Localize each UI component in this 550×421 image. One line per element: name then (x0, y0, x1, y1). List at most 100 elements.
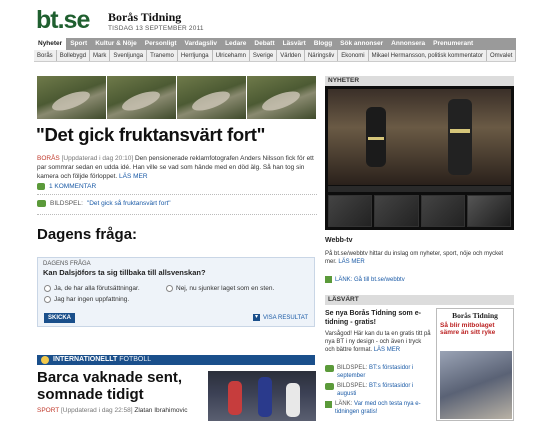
camera-icon (325, 365, 334, 372)
photo-strip[interactable] (37, 76, 316, 119)
soccer-photo[interactable] (208, 371, 316, 421)
video-thumbnail[interactable] (420, 195, 465, 227)
nav-item-sport[interactable]: Sport (66, 38, 91, 50)
story-updated: [Uppdaterad i dag 20:10] (61, 155, 134, 162)
chevron-down-icon: ▾ (252, 314, 260, 321)
subnav-item[interactable]: Sverige (250, 50, 278, 61)
comments-row[interactable]: 1 KOMMENTAR (37, 183, 96, 190)
arrow-icon (325, 401, 332, 408)
show-results-label: VISA RESULTAT (262, 314, 308, 321)
story-photo[interactable] (107, 76, 176, 119)
camera-icon (37, 200, 46, 207)
subnav-item[interactable]: Herrljunga (178, 50, 213, 61)
main-headline[interactable]: "Det gick fruktansvärt fort" (36, 124, 318, 146)
section-sublabel: FOTBOLL (119, 356, 152, 363)
video-thumbnail[interactable] (374, 195, 419, 227)
sport-updated: [Uppdaterad i dag 22:58] (60, 407, 133, 414)
newspaper-cover[interactable]: Borås Tidning Så blir mitbolaget sämre ä… (436, 308, 514, 421)
webbtv-text: På bt.se/webbtv hittar du inslag om nyhe… (325, 250, 514, 266)
section-bar[interactable]: INTERNATIONELLT FOTBOLL (37, 355, 315, 365)
sport-teaser: SPORT [Uppdaterad i dag 22:58] Zlatan Ib… (37, 407, 205, 414)
nav-item-sok-annonser[interactable]: Sök annonser (336, 38, 387, 50)
gallery-link-august[interactable]: BILDSPEL: BT:s förstasidor i augusti (325, 382, 431, 398)
subnav-item[interactable]: Omvalet (487, 50, 517, 61)
webbtv-title[interactable]: Webb-tv (325, 237, 352, 244)
webbtv-read-more[interactable]: LÄS MER (338, 259, 364, 265)
gallery-row[interactable]: BILDSPEL: "Det gick så fruktansvärt fort… (37, 200, 171, 207)
cover-headline: Så blir mitbolaget sämre än sitt ryke (440, 322, 496, 336)
gallery-link-september[interactable]: BILDSPEL: BT:s förstasidor i september (325, 364, 431, 380)
nav-item-personligt[interactable]: Personligt (141, 38, 181, 50)
primary-nav: Nyheter Sport Kultur & Nöje Personligt V… (34, 38, 516, 50)
poll-box: DAGENS FRÅGA Kan Dalsjöfors ta sig tillb… (37, 257, 315, 327)
main-story-text: BORÅS [Uppdaterad i dag 20:10] Den pensi… (37, 154, 317, 181)
subnav-item[interactable]: Svenljunga (110, 50, 148, 61)
news-bar: NYHETER (325, 76, 514, 86)
radio-button[interactable] (44, 285, 51, 292)
story-photo[interactable] (177, 76, 246, 119)
video-thumbnail[interactable] (466, 195, 511, 227)
divider (37, 194, 317, 195)
sport-kicker[interactable]: SPORT (37, 407, 59, 414)
nav-item-lasvart[interactable]: Läsvärt (279, 38, 310, 50)
site-logo[interactable]: bt.se (36, 6, 90, 35)
subnav-item[interactable]: Borås (34, 50, 57, 61)
radio-button[interactable] (44, 296, 51, 303)
paper-name: Borås Tidning (108, 10, 182, 24)
link-label: LÄNK: (335, 401, 353, 407)
section-label: INTERNATIONELLT (53, 356, 118, 363)
radio-button[interactable] (166, 285, 173, 292)
subnav-item[interactable]: Tranemo (147, 50, 178, 61)
gallery-link[interactable]: "Det gick så fruktansvärt fort" (87, 200, 171, 207)
show-results-button[interactable]: ▾ VISA RESULTAT (252, 314, 308, 321)
comment-icon (37, 183, 45, 190)
video-frame[interactable] (328, 89, 511, 185)
sport-headline[interactable]: Barca vaknade sent, somnade tidigt (37, 369, 205, 403)
lasvart-read-more[interactable]: LÄS MER (374, 347, 400, 353)
nav-item-blogg[interactable]: Blogg (310, 38, 336, 50)
video-thumbnail[interactable] (328, 195, 373, 227)
link-label: BILDSPEL: (337, 365, 368, 371)
subnav-item[interactable]: Näringsliv (305, 50, 339, 61)
poll-option[interactable]: Ja, de har alla förutsättningar. (44, 285, 140, 292)
poll-question: Kan Dalsjöfors ta sig tillbaka till alls… (43, 268, 206, 277)
cover-photo (440, 351, 512, 419)
comments-link[interactable]: 1 KOMMENTAR (49, 183, 96, 190)
read-more-link[interactable]: LÄS MER (119, 173, 148, 180)
subnav-item[interactable]: Ekonomi (338, 50, 369, 61)
video-controls[interactable] (328, 186, 511, 192)
lasvart-bar: LÄSVÄRT (325, 295, 514, 305)
poll-option[interactable]: Nej, nu sjunker laget som en sten. (166, 285, 274, 292)
poll-option-label: Nej, nu sjunker laget som en sten. (176, 285, 275, 292)
nav-item-prenumerant[interactable]: Prenumerant (429, 38, 477, 50)
lasvart-title[interactable]: Se nya Borås Tidning som e-tidning - gra… (325, 309, 425, 327)
arrow-icon (325, 276, 332, 283)
story-kicker[interactable]: BORÅS (37, 155, 60, 162)
gallery-label: BILDSPEL: (50, 200, 83, 207)
subnav-item[interactable]: Bollebygd (57, 50, 91, 61)
story-photo[interactable] (37, 76, 106, 119)
nav-item-annonsera[interactable]: Annonsera (387, 38, 429, 50)
video-thumbnails (328, 195, 511, 227)
poll-option[interactable]: Jag har ingen uppfattning. (44, 296, 129, 303)
send-button[interactable]: SKICKA (44, 313, 76, 323)
story-photo[interactable] (247, 76, 316, 119)
poll-option-label: Ja, de har alla förutsättningar. (54, 285, 140, 292)
camera-icon (325, 383, 334, 390)
nav-item-nyheter[interactable]: Nyheter (34, 38, 67, 50)
nav-item-debatt[interactable]: Debatt (250, 38, 278, 50)
subnav-item[interactable]: Mark (90, 50, 111, 61)
webbtv-link-label[interactable]: LÄNK: Gå till bt.se/webbtv (335, 277, 405, 283)
video-player[interactable] (325, 86, 514, 230)
subnav-item[interactable]: Världen (277, 50, 305, 61)
subnav-item[interactable]: Ulricehamn (213, 50, 250, 61)
nav-item-ledare[interactable]: Ledare (221, 38, 250, 50)
subnav-item[interactable]: Mikael Hermansson, politisk kommentator (369, 50, 488, 61)
nav-item-kultur[interactable]: Kultur & Nöje (91, 38, 141, 50)
etidning-link[interactable]: LÄNK: Var med och testa nya e-tidningen … (325, 400, 431, 416)
poll-header: DAGENS FRÅGA (43, 261, 91, 267)
lasvart-text: Varsågod! Här kan du ta en gratis titt p… (325, 330, 431, 354)
nav-item-vardagsliv[interactable]: Vardagsliv (181, 38, 222, 50)
webbtv-link[interactable]: LÄNK: Gå till bt.se/webbtv (325, 276, 405, 283)
globe-icon (41, 356, 49, 364)
